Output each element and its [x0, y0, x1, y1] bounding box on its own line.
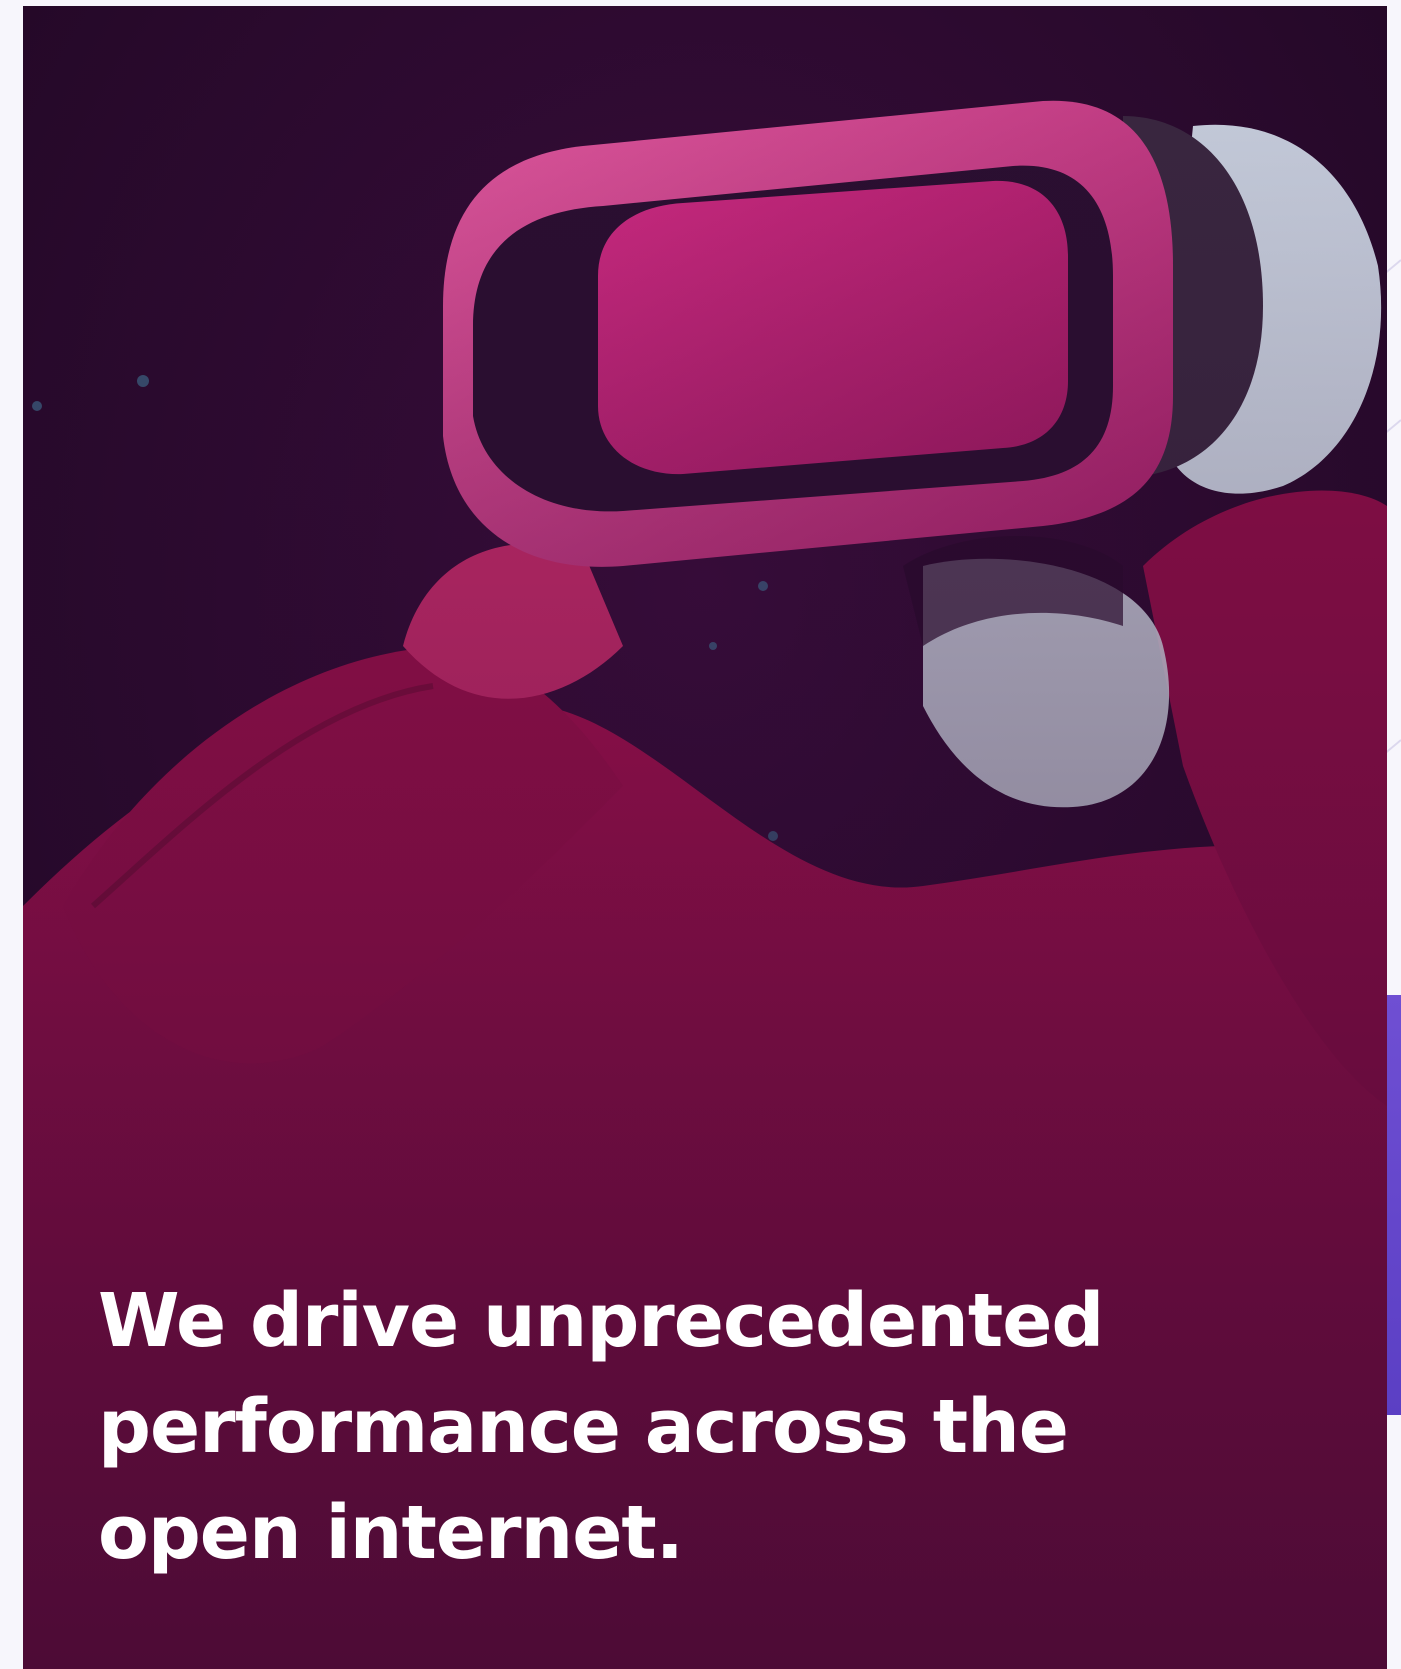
hero-card: We drive unprecedented performance acros…	[23, 6, 1387, 1669]
page: We drive unprecedented performance acros…	[0, 0, 1401, 1669]
hero-headline: We drive unprecedented performance acros…	[98, 1278, 1104, 1576]
accent-bar	[1386, 995, 1401, 1415]
